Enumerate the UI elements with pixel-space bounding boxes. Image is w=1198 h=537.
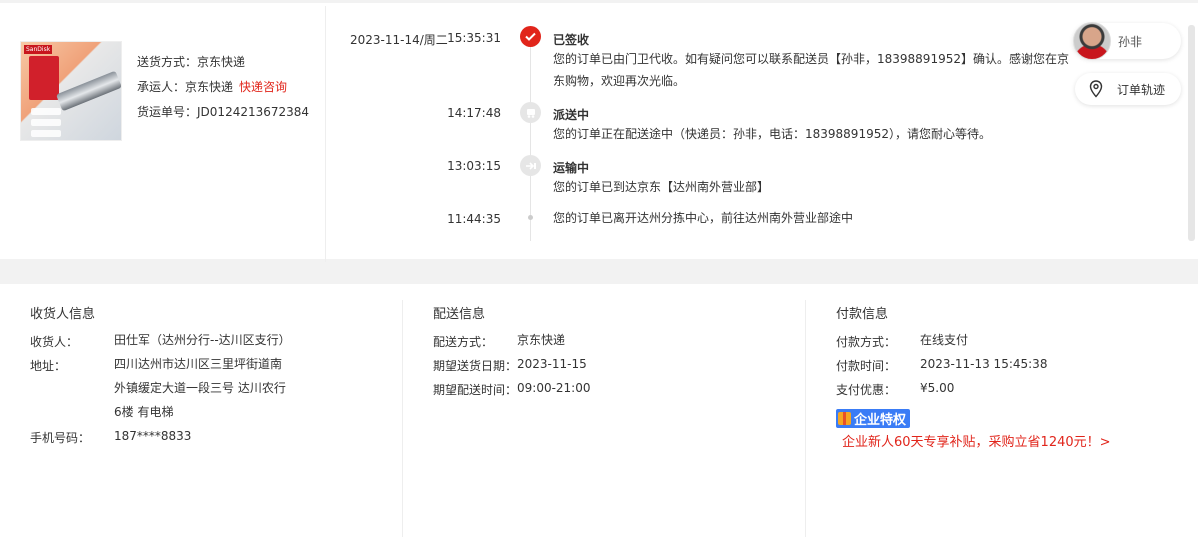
payment-info: 付款信息 付款方式： 在线支付 付款时间： 2023-11-13 15:45:3… (836, 284, 1196, 537)
delivery-info: 配送信息 配送方式： 京东快递 期望送货日期： 2023-11-15 期望配送时… (433, 284, 803, 537)
expected-time-value: 09:00-21:00 (517, 381, 591, 395)
payment-method-value: 在线支付 (920, 333, 969, 347)
receiver-heading: 收货人信息 (30, 307, 96, 322)
event-description: 您的订单已由门卫代收。如有疑问您可以联系配送员【孙非，18398891952】确… (553, 52, 1069, 88)
tracking-panel: SanDisk 送货方式：京东快递 承运人：京东快递 快递咨询 货运单号：JD01… (0, 0, 1198, 262)
payment-method-label: 付款方式： (836, 335, 897, 349)
shipping-method-label: 送货方式： (137, 55, 198, 69)
courier-card[interactable]: 孙非 (1073, 22, 1181, 60)
payment-time-label: 付款时间： (836, 359, 897, 373)
dot-icon (528, 215, 533, 220)
expected-date-label: 期望送货日期： (433, 359, 518, 373)
product-thumbnail[interactable]: SanDisk (20, 41, 122, 141)
product-tag-graphic (31, 108, 61, 115)
receiver-name-value: 田仕军（达州分行--达川区支行） (114, 333, 291, 347)
panel-divider (325, 6, 326, 262)
timeline-date: 2023-11-14/周二 (350, 33, 448, 47)
event-description: 您的订单正在配送途中（快递员：孙非，电话：18398891952），请您耐心等待… (553, 127, 991, 141)
waybill-number: JD0124213672384 (197, 105, 310, 119)
courier-consult-link[interactable]: 快递咨询 (239, 80, 287, 94)
gift-icon (838, 412, 851, 425)
shipping-method-row: 送货方式：京东快递 (137, 50, 309, 75)
discount-value: ¥5.00 (920, 381, 955, 395)
timeline-scrollbar[interactable] (1188, 25, 1195, 241)
carrier-row: 承运人：京东快递 快递咨询 (137, 75, 309, 100)
enterprise-badge[interactable]: 企业特权 (836, 409, 911, 428)
receiver-name-label: 收货人： (30, 335, 79, 349)
product-tag-graphic (31, 119, 61, 126)
address-line: 四川达州市达川区三里坪街道南 (114, 357, 283, 371)
transport-icon (520, 155, 541, 176)
event-title: 已签收 (553, 33, 590, 47)
event-title: 运输中 (553, 161, 590, 175)
column-divider (402, 300, 403, 537)
event-description: 您的订单已到达京东【达州南外营业部】 (553, 180, 770, 194)
delivery-icon (520, 102, 541, 123)
payment-time-value: 2023-11-13 15:45:38 (920, 357, 1048, 371)
delivery-method-value: 京东快递 (517, 333, 566, 347)
column-divider (805, 300, 806, 537)
order-info-panel: 收货人信息 收货人： 田仕军（达州分行--达川区支行） 地址： 四川达州市达川区… (0, 284, 1198, 537)
address-line: 外镇缓定大道一段三号 达川农行 (114, 381, 286, 395)
courier-name: 孙非 (1118, 34, 1143, 49)
address-label: 地址： (30, 359, 67, 373)
expected-time-label: 期望配送时间： (433, 383, 518, 397)
event-time: 11:44:35 (447, 212, 501, 226)
order-track-button[interactable]: 订单轨迹 (1075, 73, 1181, 105)
location-pin-icon (1087, 80, 1105, 98)
event-description: 您的订单已离开达州分拣中心，前往达州南外营业部途中 (553, 211, 854, 225)
address-line: 6楼 有电梯 (114, 405, 174, 419)
timeline-line (530, 37, 531, 241)
waybill-label: 货运单号： (137, 105, 198, 119)
shipping-method-value: 京东快递 (197, 55, 246, 69)
payment-heading: 付款信息 (836, 307, 889, 322)
carrier-value: 京东快递 (185, 80, 234, 94)
phone-label: 手机号码： (30, 431, 91, 445)
receiver-info: 收货人信息 收货人： 田仕军（达州分行--达川区支行） 地址： 四川达州市达川区… (30, 284, 400, 537)
courier-avatar (1073, 22, 1111, 60)
event-time: 15:35:31 (447, 31, 501, 45)
expected-date-value: 2023-11-15 (517, 357, 587, 371)
event-time: 13:03:15 (447, 159, 501, 173)
event-title: 派送中 (553, 108, 590, 122)
event-time: 14:17:48 (447, 106, 501, 120)
product-box-graphic (29, 56, 59, 100)
check-icon (520, 26, 541, 47)
enterprise-badge-label: 企业特权 (854, 413, 907, 428)
carrier-label: 承运人： (137, 80, 186, 94)
phone-value: 187****8833 (114, 429, 192, 443)
usb-drive-graphic (55, 70, 121, 112)
product-brand-label: SanDisk (24, 45, 53, 54)
product-tag-graphic (31, 130, 61, 137)
discount-label: 支付优惠： (836, 383, 897, 397)
shipping-summary: 送货方式：京东快递 承运人：京东快递 快递咨询 货运单号：JD0124213672… (137, 50, 309, 125)
delivery-heading: 配送信息 (433, 307, 486, 322)
waybill-row: 货运单号：JD0124213672384 (137, 100, 309, 125)
enterprise-promo-link[interactable]: 企业新人60天专享补贴，采购立省1240元！> (842, 431, 1111, 450)
delivery-method-label: 配送方式： (433, 335, 494, 349)
order-track-label: 订单轨迹 (1117, 82, 1166, 97)
